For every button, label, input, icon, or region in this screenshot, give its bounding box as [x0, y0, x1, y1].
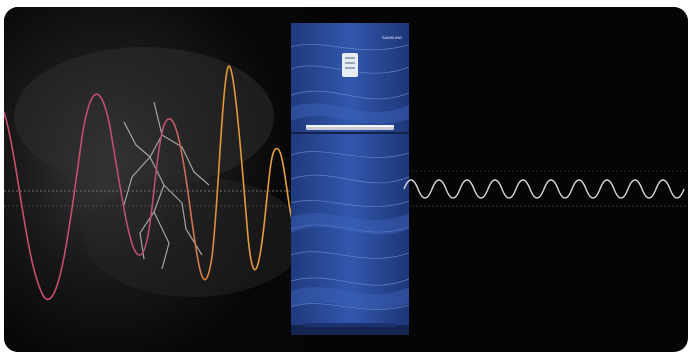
control-display — [342, 53, 358, 77]
door-divider — [291, 132, 409, 134]
refrigerator: SAMSUNG — [291, 23, 409, 335]
fridge-brand-logo: SAMSUNG — [382, 35, 402, 40]
cloud-glow — [14, 47, 274, 187]
stable-voltage-wave — [403, 179, 685, 199]
banner-illustration: SAMSUNG — [4, 7, 688, 352]
hero-banner: SAMSUNG — [4, 7, 688, 352]
